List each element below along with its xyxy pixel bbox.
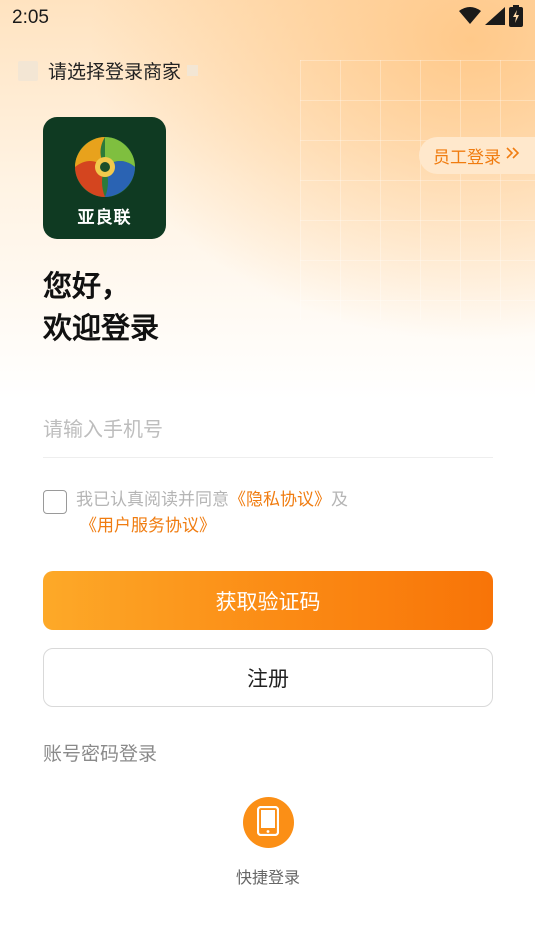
account-password-login-link[interactable]: 账号密码登录 bbox=[43, 739, 157, 766]
greeting-line-2: 欢迎登录 bbox=[43, 311, 160, 345]
agreement-joiner: 及 bbox=[331, 490, 348, 510]
quick-login-button[interactable]: 快捷登录 bbox=[218, 797, 318, 888]
greeting-line-1: 您好， bbox=[43, 269, 131, 303]
status-time: 2:05 bbox=[12, 7, 49, 28]
logo-text: 亚良联 bbox=[77, 208, 132, 228]
agreement-line-1: 我已认真阅读并同意《隐私协议》及 bbox=[76, 487, 493, 513]
status-icons bbox=[459, 5, 523, 31]
staff-login-button[interactable]: 员工登录 bbox=[419, 137, 535, 174]
agreement-line-2: 《用户服务协议》 bbox=[80, 513, 493, 539]
merchant-selector-label: 请选择登录商家 bbox=[48, 61, 182, 83]
merchant-dropdown-icon bbox=[187, 65, 199, 76]
user-service-agreement-link[interactable]: 《用户服务协议》 bbox=[80, 516, 216, 536]
agreement-prefix: 我已认真阅读并同意 bbox=[76, 490, 229, 510]
mobile-phone-icon bbox=[256, 805, 280, 840]
logo-emblem-icon bbox=[74, 137, 135, 197]
merchant-icon-placeholder bbox=[18, 60, 38, 81]
privacy-policy-link[interactable]: 《隐私协议》 bbox=[229, 490, 331, 510]
phone-number-input[interactable] bbox=[43, 400, 493, 458]
battery-charging-icon bbox=[509, 5, 523, 31]
agreement-checkbox[interactable] bbox=[43, 490, 67, 514]
register-button[interactable]: 注册 bbox=[43, 648, 493, 707]
wifi-icon bbox=[459, 7, 481, 29]
app-logo: 亚良联 bbox=[43, 117, 166, 239]
background-grid-pattern bbox=[300, 60, 535, 320]
quick-login-circle[interactable] bbox=[242, 797, 294, 848]
get-verification-code-button[interactable]: 获取验证码 bbox=[43, 571, 493, 630]
double-chevron-right-icon bbox=[505, 145, 521, 166]
greeting: 您好， 欢迎登录 bbox=[43, 265, 159, 349]
status-bar: 2:05 bbox=[0, 0, 535, 36]
agreement-section: 我已认真阅读并同意《隐私协议》及 《用户服务协议》 bbox=[43, 487, 493, 539]
merchant-selector[interactable]: 请选择登录商家 bbox=[18, 57, 199, 84]
quick-login-label: 快捷登录 bbox=[235, 868, 300, 887]
cellular-signal-icon bbox=[485, 7, 505, 29]
staff-login-label: 员工登录 bbox=[433, 148, 501, 168]
